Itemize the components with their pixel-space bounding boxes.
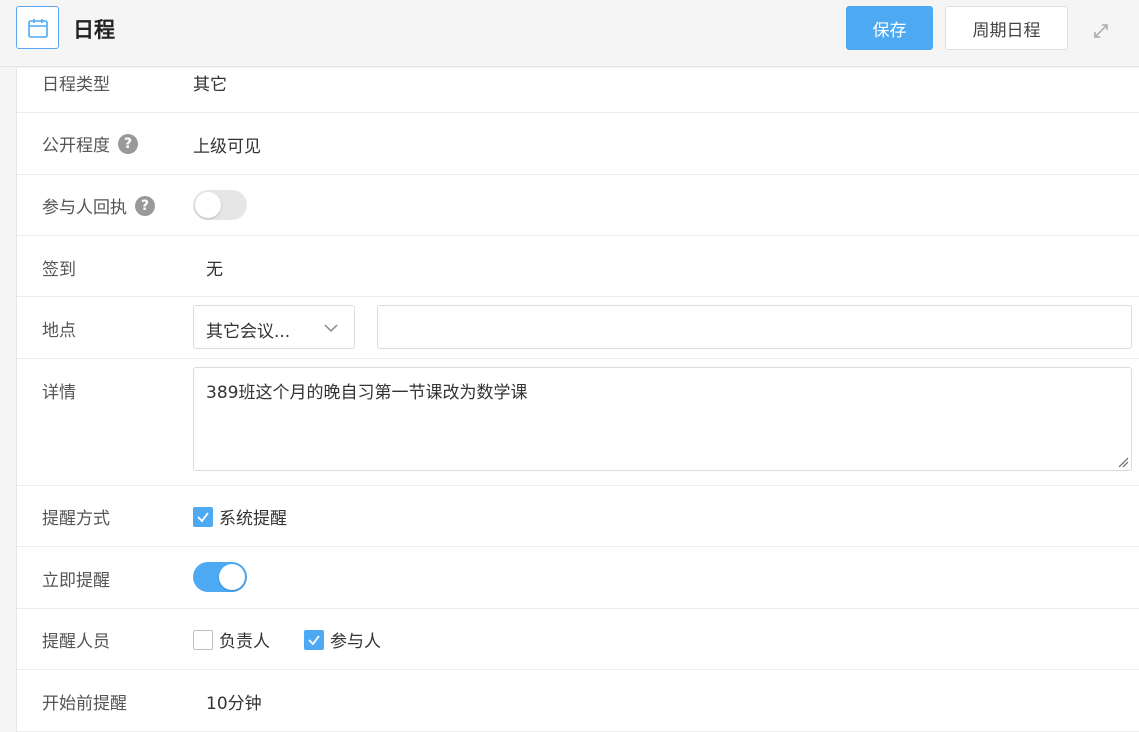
header-bar: 日程 保存 周期日程 — [0, 0, 1139, 67]
visibility-label-group: 公开程度 ? — [42, 131, 138, 156]
before-start-value[interactable]: 10分钟 — [206, 689, 262, 714]
location-type-value: 其它会议... — [206, 322, 291, 342]
signin-label: 签到 — [42, 260, 76, 280]
checkbox-checked-icon — [304, 629, 324, 650]
owner-label: 负责人 — [219, 632, 270, 652]
remind-people-label: 提醒人员 — [42, 632, 110, 652]
system-remind-label: 系统提醒 — [219, 509, 287, 529]
remind-method-label: 提醒方式 — [42, 509, 110, 529]
location-label: 地点 — [42, 321, 76, 341]
system-remind-checkbox[interactable]: 系统提醒 — [193, 504, 287, 529]
save-button[interactable]: 保存 — [846, 6, 933, 50]
help-icon[interactable]: ? — [135, 195, 155, 216]
visibility-value[interactable]: 上级可见 — [193, 132, 261, 157]
location-input[interactable] — [377, 305, 1132, 349]
detail-label: 详情 — [42, 383, 76, 403]
page-title: 日程 — [73, 18, 115, 42]
row-before-start: 开始前提醒 10分钟 — [17, 670, 1139, 732]
expand-icon[interactable] — [1090, 20, 1112, 42]
checkbox-checked-icon — [193, 506, 213, 527]
before-start-label: 开始前提醒 — [42, 694, 127, 714]
owner-checkbox[interactable]: 负责人 — [193, 627, 270, 652]
row-remind-now: 立即提醒 — [17, 547, 1139, 609]
calendar-icon — [16, 6, 59, 49]
receipt-label-group: 参与人回执 ? — [42, 193, 155, 218]
chevron-down-icon — [324, 324, 338, 333]
remind-now-toggle[interactable] — [193, 562, 247, 592]
row-location: 地点 其它会议... — [17, 297, 1139, 359]
row-remind-method: 提醒方式 系统提醒 — [17, 486, 1139, 547]
recurring-schedule-button[interactable]: 周期日程 — [945, 6, 1068, 50]
detail-text: 389班这个月的晚自习第一节课改为数学课 — [206, 383, 528, 403]
location-type-select[interactable]: 其它会议... — [193, 305, 355, 349]
participant-label: 参与人 — [330, 632, 381, 652]
row-receipt: 参与人回执 ? — [17, 175, 1139, 236]
remind-now-label: 立即提醒 — [42, 571, 110, 591]
row-remind-people: 提醒人员 负责人 参与人 — [17, 609, 1139, 670]
signin-value[interactable]: 无 — [206, 255, 223, 280]
schedule-form: 日程类型 其它 公开程度 ? 上级可见 参与人回执 ? 签到 无 地点 其它会议… — [16, 68, 1139, 732]
schedule-type-value[interactable]: 其它 — [193, 70, 227, 95]
visibility-label: 公开程度 — [42, 136, 110, 156]
participant-checkbox[interactable]: 参与人 — [304, 627, 381, 652]
resize-grip-icon[interactable] — [1117, 456, 1129, 468]
schedule-type-label: 日程类型 — [42, 75, 110, 95]
receipt-label: 参与人回执 — [42, 198, 127, 218]
row-signin: 签到 无 — [17, 236, 1139, 297]
toggle-knob — [195, 192, 221, 218]
help-icon[interactable]: ? — [118, 133, 138, 154]
row-schedule-type: 日程类型 其它 — [17, 68, 1139, 113]
checkbox-unchecked-icon — [193, 629, 213, 650]
detail-textarea[interactable]: 389班这个月的晚自习第一节课改为数学课 — [193, 367, 1132, 471]
toggle-knob — [219, 564, 245, 590]
row-visibility: 公开程度 ? 上级可见 — [17, 113, 1139, 175]
receipt-toggle[interactable] — [193, 190, 247, 220]
row-detail: 详情 389班这个月的晚自习第一节课改为数学课 — [17, 359, 1139, 486]
